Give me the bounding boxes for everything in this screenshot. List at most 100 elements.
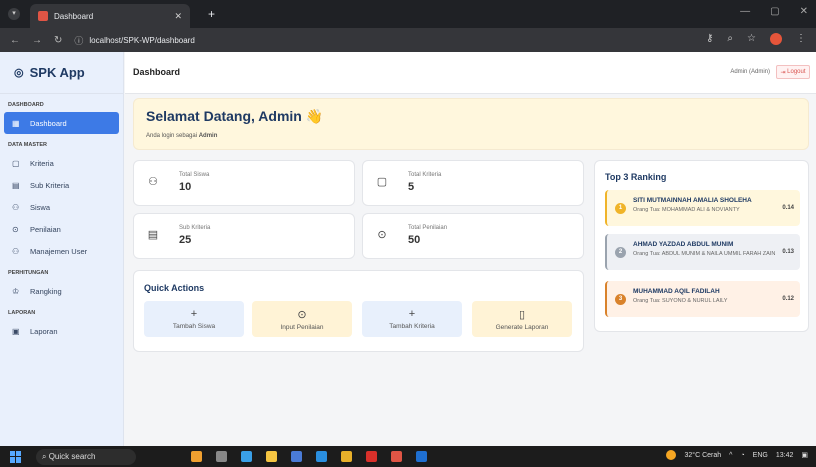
minimize-icon[interactable]: — (740, 6, 750, 17)
parent-info: Orang Tua: ABDUL MUNIM & NAILA UMMIL FAR… (633, 251, 776, 257)
clock[interactable]: 13:42 (776, 452, 794, 459)
forward-icon[interactable]: → (32, 35, 42, 46)
address-bar: ← → ↻ ⓘ localhost/SPK-WP/dashboard ⚷ ⌕ ☆… (0, 28, 816, 52)
bookmark-star-icon[interactable]: ☆ (747, 33, 756, 45)
check-circle-icon: ⊙ (297, 308, 307, 321)
plus-icon: + (408, 308, 416, 320)
input-penilaian-button[interactable]: ⊙ Input Penilaian (252, 301, 352, 337)
user-gear-icon: ⚇ (12, 246, 20, 256)
new-tab-icon[interactable]: + (208, 7, 215, 21)
vscode-blue-icon[interactable] (416, 451, 427, 462)
file-explorer-icon[interactable] (266, 451, 277, 462)
quick-action-label: Tambah Kriteria (389, 323, 435, 330)
browser-tab-bar: ▾ Dashboard ✕ + — ▢ ✕ (0, 0, 816, 28)
file-icon: ▯ (518, 308, 526, 321)
weather-text[interactable]: 32°C Cerah (684, 452, 721, 459)
users-icon: ⚇ (148, 176, 158, 188)
user-label: Admin (Admin) (730, 69, 770, 75)
password-key-icon[interactable]: ⚷ (706, 33, 713, 45)
sidebar-item-label: Laporan (30, 326, 58, 336)
maximize-icon[interactable]: ▢ (770, 6, 779, 17)
stat-label: Total Kriteria (408, 172, 442, 178)
student-name: MUHAMMAD AQIL FADILAH (633, 288, 720, 295)
stat-card-total-kriteria: ▢ Total Kriteria 5 (362, 160, 584, 206)
widgets-app-icon[interactable] (191, 451, 202, 462)
site-info-icon[interactable]: ⓘ (74, 34, 83, 47)
sidebar-item-laporan[interactable]: ▣ Laporan (0, 320, 123, 342)
ranking-title: Top 3 Ranking (605, 172, 667, 182)
welcome-subtitle-user: Admin (198, 133, 218, 139)
clipboard-icon: ▢ (376, 176, 388, 188)
copilot-app-icon[interactable] (241, 451, 252, 462)
zoom-icon[interactable]: ⌕ (727, 33, 733, 45)
logout-icon: ⇥ (780, 69, 788, 76)
weather-sun-icon (666, 450, 677, 460)
menu-dots-icon[interactable]: ⋮ (796, 33, 806, 45)
section-perhitungan-title: PERHITUNGAN (8, 270, 49, 276)
section-laporan-title: LAPORAN (8, 310, 36, 316)
welcome-subtitle: Anda login sebagai Admin (146, 133, 217, 139)
close-tab-icon[interactable]: ✕ (174, 11, 182, 22)
users-icon: ⚇ (12, 202, 20, 212)
tab-search-icon[interactable]: ▾ (8, 8, 20, 20)
welcome-banner: Selamat Datang, Admin 👋 Anda login sebag… (133, 98, 809, 150)
rank-badge: 3 (615, 294, 626, 305)
tambah-kriteria-button[interactable]: + Tambah Kriteria (362, 301, 462, 337)
sidebar-item-sub-kriteria[interactable]: ▤ Sub Kriteria (0, 174, 123, 196)
list-icon: ▤ (12, 180, 20, 190)
clipboard-icon: ▢ (12, 158, 20, 168)
brand-name: SPK App (29, 65, 85, 80)
sidebar-item-label: Manajemen User (30, 246, 88, 256)
system-tray: 32°C Cerah ^ ◔ ENG 13:42 ▣ (666, 450, 808, 460)
quick-action-label: Tambah Siswa (172, 323, 216, 330)
store-app-icon[interactable] (291, 451, 302, 462)
notification-icon[interactable]: ▣ (801, 451, 808, 459)
vscode-app-icon[interactable] (316, 451, 327, 462)
sidebar-item-siswa[interactable]: ⚇ Siswa (0, 196, 123, 218)
stat-card-sub-kriteria: ▤ Sub Kriteria 25 (133, 213, 355, 259)
parent-info: Orang Tua: MOHAMMAD ALI & NOVIANTY (633, 207, 740, 213)
stat-card-total-siswa: ⚇ Total Siswa 10 (133, 160, 355, 206)
welcome-title: Selamat Datang, Admin 👋 (146, 108, 324, 124)
brand[interactable]: ◎ SPK App (0, 52, 123, 94)
stat-value: 25 (179, 234, 192, 246)
sidebar-item-kriteria[interactable]: ▢ Kriteria (0, 152, 123, 174)
sidebar-item-label: Kriteria (30, 158, 54, 168)
url-field[interactable]: ⓘ localhost/SPK-WP/dashboard (74, 34, 194, 47)
task-view-icon[interactable] (216, 451, 227, 462)
wifi-icon[interactable]: ◔ (740, 452, 744, 459)
stat-card-total-penilaian: ⊙ Total Penilaian 50 (362, 213, 584, 259)
sidebar-item-label: Dashboard (30, 118, 67, 128)
chrome-app-icon[interactable] (341, 451, 352, 462)
profile-avatar[interactable] (770, 33, 782, 45)
plus-icon: + (190, 308, 198, 320)
opera-app-icon[interactable] (366, 451, 377, 462)
chevron-up-icon[interactable]: ^ (729, 452, 732, 459)
reload-icon[interactable]: ↻ (54, 35, 62, 46)
sidebar-item-rangking[interactable]: ♔ Rangking (0, 280, 123, 302)
section-data-master-title: DATA MASTER (8, 142, 48, 148)
score: 0.13 (782, 249, 794, 255)
stat-value: 50 (408, 234, 421, 246)
lang-label[interactable]: ENG (753, 452, 768, 459)
quick-actions-title: Quick Actions (144, 283, 205, 293)
back-icon[interactable]: ← (10, 35, 20, 46)
tambah-siswa-button[interactable]: + Tambah Siswa (144, 301, 244, 337)
ranking-item: 3 MUHAMMAD AQIL FADILAH Orang Tua: SUYON… (605, 281, 800, 317)
taskbar-search[interactable]: ⌕ Quick search (36, 448, 136, 465)
taskbar: ⌕ Quick search 32°C Cerah ^ ◔ ENG 13:42 … (0, 446, 816, 467)
stat-label: Total Penilaian (408, 225, 448, 231)
search-icon: ⌕ (42, 451, 49, 461)
sidebar-item-manajemen-user[interactable]: ⚇ Manajemen User (0, 240, 123, 262)
sidebar-item-penilaian[interactable]: ⊙ Penilaian (0, 218, 123, 240)
quick-action-label: Generate Laporan (495, 323, 549, 331)
windows-start-icon[interactable] (10, 450, 22, 463)
sidebar-item-dashboard[interactable]: ▦ Dashboard (4, 112, 119, 134)
stat-value: 5 (408, 181, 415, 193)
logout-button[interactable]: ⇥ Logout (776, 65, 810, 79)
browser-tab[interactable]: Dashboard ✕ (30, 4, 190, 28)
close-window-icon[interactable]: ✕ (800, 6, 808, 17)
app-icon[interactable] (391, 451, 402, 462)
taskbar-search-label: Quick search (48, 452, 96, 461)
generate-laporan-button[interactable]: ▯ Generate Laporan (472, 301, 572, 337)
